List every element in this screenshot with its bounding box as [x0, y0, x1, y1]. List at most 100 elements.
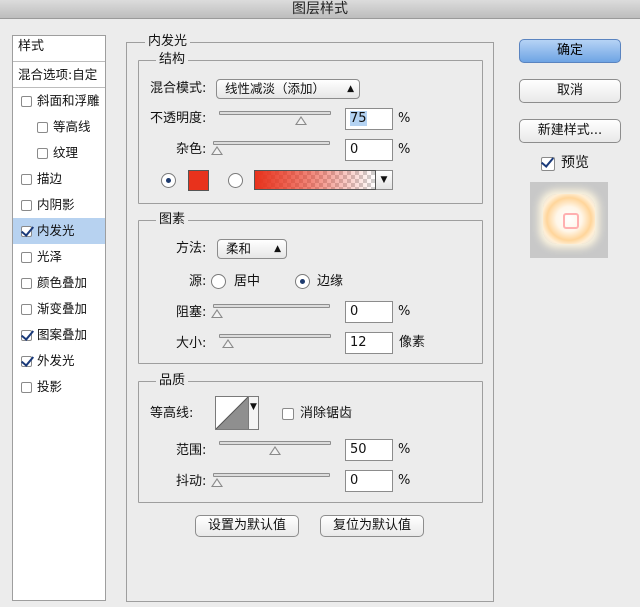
- opacity-slider-thumb[interactable]: [295, 116, 307, 125]
- style-item-checkbox[interactable]: [21, 381, 32, 393]
- jitter-label: 抖动:: [176, 474, 207, 489]
- size-input[interactable]: 12: [345, 332, 393, 354]
- jitter-percent: %: [398, 473, 411, 488]
- style-list: 样式 混合选项:自定 斜面和浮雕等高线纹理描边内阴影内发光光泽颜色叠加渐变叠加图…: [12, 35, 106, 601]
- style-item-checkbox[interactable]: [21, 225, 32, 237]
- size-slider[interactable]: [219, 334, 331, 348]
- style-item-label: 等高线: [53, 119, 91, 134]
- style-item-checkbox[interactable]: [21, 95, 32, 107]
- jitter-slider-thumb[interactable]: [211, 478, 223, 487]
- source-edge-label[interactable]: 边缘: [317, 274, 343, 290]
- opacity-value: 75: [350, 111, 367, 126]
- blend-mode-value: 线性减淡（添加）: [225, 81, 326, 96]
- cancel-button[interactable]: 取消: [519, 79, 621, 103]
- style-item-label: 斜面和浮雕: [37, 93, 100, 108]
- range-slider-thumb[interactable]: [269, 446, 281, 455]
- style-item[interactable]: 斜面和浮雕: [13, 88, 105, 114]
- jitter-input[interactable]: 0: [345, 470, 393, 492]
- noise-label: 杂色:: [176, 142, 207, 157]
- style-item-checkbox[interactable]: [37, 121, 48, 133]
- style-item[interactable]: 描边: [13, 166, 105, 192]
- style-item[interactable]: 颜色叠加: [13, 270, 105, 296]
- style-item[interactable]: 内阴影: [13, 192, 105, 218]
- style-item-checkbox[interactable]: [21, 329, 32, 341]
- size-unit: 像素: [399, 335, 426, 350]
- antialias-label[interactable]: 消除锯齿: [300, 406, 352, 422]
- select-arrows-icon: ▲: [347, 84, 354, 94]
- range-percent: %: [398, 442, 411, 457]
- noise-percent: %: [398, 142, 411, 157]
- opacity-label: 不透明度:: [150, 111, 207, 126]
- choke-slider[interactable]: [211, 304, 330, 318]
- reset-default-button[interactable]: 复位为默认值: [320, 515, 424, 537]
- opacity-slider[interactable]: [219, 111, 331, 125]
- choke-slider-thumb[interactable]: [211, 309, 223, 318]
- style-item-label: 描边: [37, 171, 63, 186]
- opacity-input[interactable]: 75: [345, 108, 393, 130]
- contour-dropdown-icon[interactable]: ▼: [249, 396, 259, 430]
- contour-curve-icon: [215, 396, 249, 430]
- style-item-label: 渐变叠加: [37, 301, 88, 316]
- jitter-slider[interactable]: [211, 473, 330, 487]
- style-item[interactable]: 光泽: [13, 244, 105, 270]
- source-edge-radio[interactable]: [295, 274, 310, 289]
- style-item-label: 投影: [37, 379, 63, 394]
- style-item-checkbox[interactable]: [21, 251, 32, 263]
- gradient-radio[interactable]: [228, 173, 243, 188]
- solid-color-radio[interactable]: [161, 173, 176, 188]
- ok-button[interactable]: 确定: [519, 39, 621, 63]
- gradient-preview[interactable]: [254, 170, 376, 190]
- method-value: 柔和: [226, 241, 252, 256]
- size-label: 大小:: [176, 336, 207, 351]
- blend-mode-select[interactable]: 线性减淡（添加） ▲: [216, 79, 360, 99]
- antialias-checkbox[interactable]: [282, 408, 294, 420]
- blend-mode-label: 混合模式:: [150, 81, 207, 96]
- source-center-radio[interactable]: [211, 274, 226, 289]
- blend-options-item[interactable]: 混合选项:自定: [13, 62, 105, 88]
- preview-label[interactable]: 预览: [561, 155, 589, 171]
- style-item-checkbox[interactable]: [21, 303, 32, 315]
- jitter-value: 0: [350, 473, 359, 488]
- window-title: 图层样式: [0, 0, 640, 19]
- style-item[interactable]: 图案叠加: [13, 322, 105, 348]
- preview-thumbnail: [530, 182, 608, 258]
- style-item[interactable]: 纹理: [13, 140, 105, 166]
- choke-label: 阻塞:: [176, 305, 207, 320]
- style-item-checkbox[interactable]: [21, 199, 32, 211]
- style-item-label: 纹理: [53, 145, 79, 160]
- method-select[interactable]: 柔和 ▲: [217, 239, 287, 259]
- range-input[interactable]: 50: [345, 439, 393, 461]
- range-label: 范围:: [176, 443, 207, 458]
- contour-picker[interactable]: [215, 396, 249, 430]
- style-item-checkbox[interactable]: [21, 173, 32, 185]
- noise-input[interactable]: 0: [345, 139, 393, 161]
- gradient-dropdown-icon[interactable]: ▼: [376, 170, 393, 190]
- style-item-label: 光泽: [37, 249, 63, 264]
- new-style-button[interactable]: 新建样式...: [519, 119, 621, 143]
- style-item[interactable]: 等高线: [13, 114, 105, 140]
- style-list-header[interactable]: 样式: [13, 36, 105, 62]
- method-label: 方法:: [176, 241, 207, 256]
- style-item[interactable]: 投影: [13, 374, 105, 400]
- elements-legend: 图素: [156, 213, 189, 227]
- style-item[interactable]: 渐变叠加: [13, 296, 105, 322]
- range-slider[interactable]: [219, 441, 331, 455]
- size-slider-thumb[interactable]: [222, 339, 235, 348]
- preview-checkbox[interactable]: [541, 157, 555, 171]
- range-value: 50: [350, 442, 367, 457]
- style-item-label: 内发光: [37, 223, 75, 238]
- make-default-button[interactable]: 设置为默认值: [195, 515, 299, 537]
- contour-label: 等高线:: [150, 406, 194, 421]
- glow-color-swatch[interactable]: [188, 170, 209, 191]
- style-item-checkbox[interactable]: [37, 147, 48, 159]
- choke-input[interactable]: 0: [345, 301, 393, 323]
- source-center-label[interactable]: 居中: [234, 274, 260, 290]
- style-item[interactable]: 内发光: [13, 218, 105, 244]
- style-item-checkbox[interactable]: [21, 277, 32, 289]
- noise-slider[interactable]: [211, 141, 330, 155]
- noise-slider-thumb[interactable]: [211, 146, 223, 155]
- style-item-checkbox[interactable]: [21, 355, 32, 367]
- style-item[interactable]: 外发光: [13, 348, 105, 374]
- choke-value: 0: [350, 304, 359, 319]
- style-item-label: 内阴影: [37, 197, 75, 212]
